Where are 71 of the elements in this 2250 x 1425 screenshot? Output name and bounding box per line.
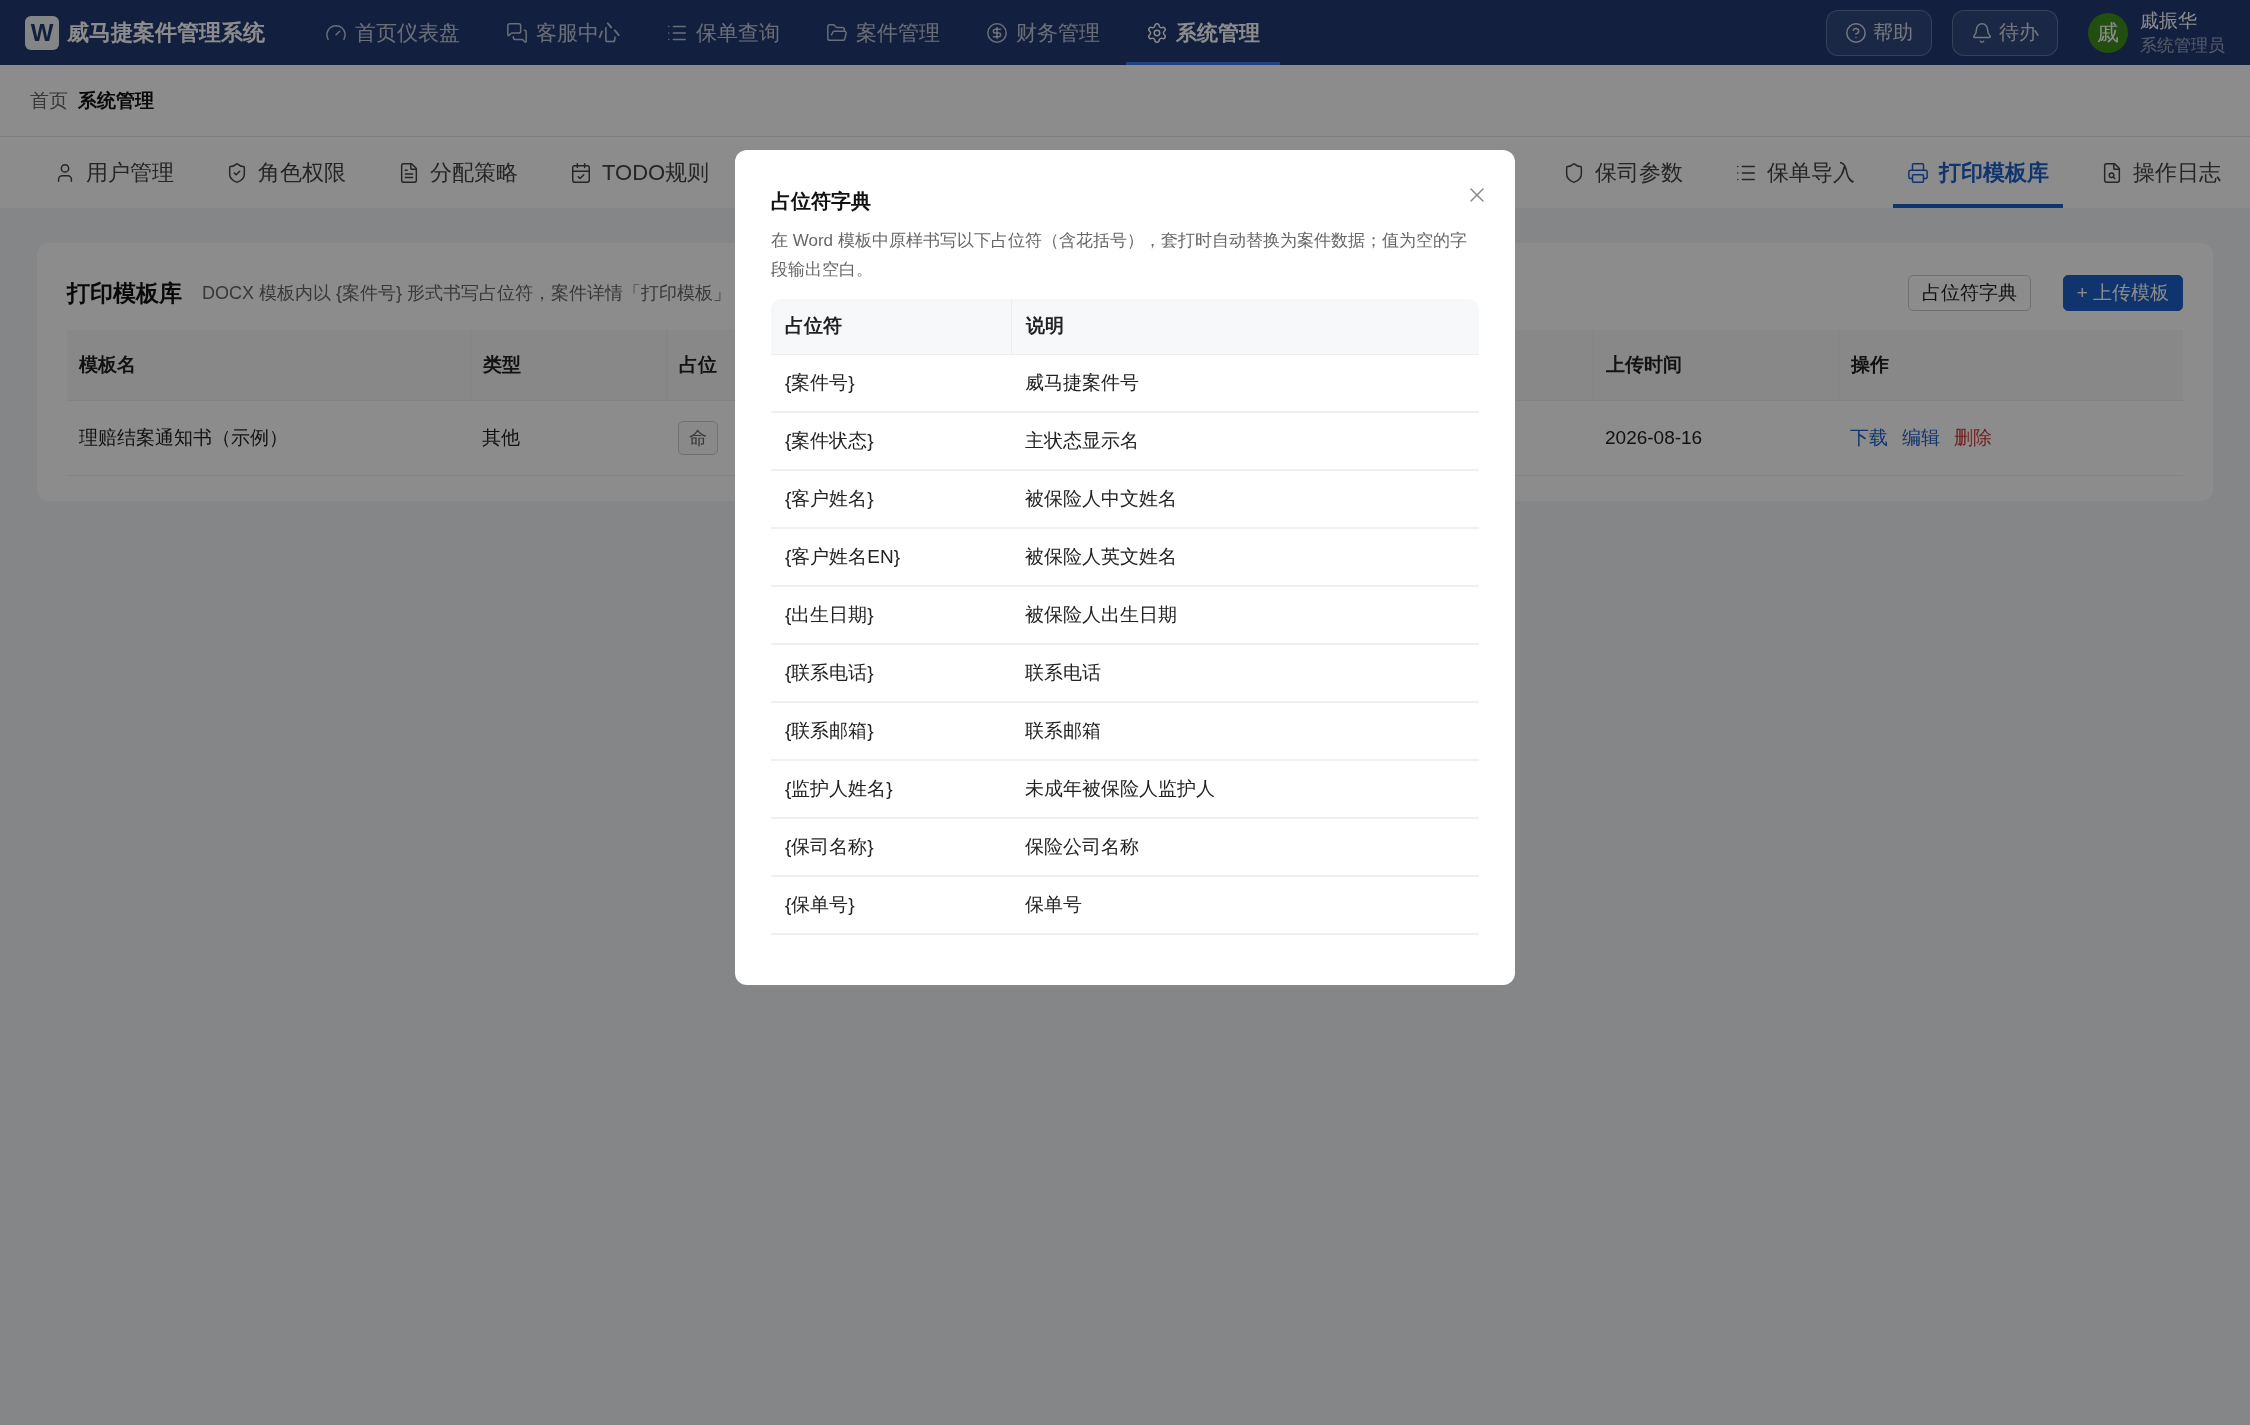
calendar-icon bbox=[570, 161, 592, 184]
description-cell-text: 主状态显示名 bbox=[1025, 428, 1139, 453]
nav-item[interactable]: 案件管理 bbox=[806, 0, 960, 65]
dialog-title: 占位符字典 bbox=[771, 189, 871, 214]
tab[interactable]: 用户管理 bbox=[40, 137, 188, 208]
tab[interactable]: 保单导入 bbox=[1721, 137, 1869, 208]
nav-item[interactable]: 首页仪表盘 bbox=[305, 0, 480, 65]
coin-icon bbox=[986, 21, 1008, 44]
user-avatar: 戚 bbox=[2088, 12, 2128, 53]
description-cell-text: 保单号 bbox=[1025, 892, 1082, 917]
placeholder-cell-text: {联系邮箱} bbox=[785, 718, 874, 743]
action-link[interactable]: 下载 bbox=[1850, 425, 1888, 451]
placeholder-cell-text: {联系电话} bbox=[785, 660, 874, 685]
description-cell-text: 被保险人英文姓名 bbox=[1025, 544, 1177, 569]
bell-icon bbox=[1971, 21, 1993, 44]
logo: W bbox=[25, 15, 59, 50]
help-icon bbox=[1845, 21, 1867, 44]
breadcrumb-item[interactable]: 系统管理 bbox=[78, 87, 154, 114]
user-name: 戚振华 bbox=[2140, 9, 2198, 33]
column-header: 占位符 bbox=[771, 298, 1011, 355]
nav-item[interactable]: 保单查询 bbox=[646, 0, 800, 65]
tab[interactable]: 保司参数 bbox=[1549, 137, 1697, 208]
tab[interactable]: 分配策略 bbox=[384, 137, 532, 208]
table-cell-text: 理赔结案通知书（示例） bbox=[79, 426, 288, 450]
upload-button[interactable]: + 上传模板 bbox=[2062, 275, 2183, 311]
placeholder-cell-text: {客户姓名EN} bbox=[785, 544, 901, 569]
tab[interactable]: TODO规则 bbox=[556, 137, 724, 208]
chat-icon bbox=[506, 21, 528, 44]
placeholder-cell-text: {保司名称} bbox=[785, 834, 874, 859]
column-header: 操作 bbox=[1838, 330, 2183, 401]
printer-icon bbox=[1907, 161, 1929, 184]
app-title: 威马捷案件管理系统 bbox=[67, 18, 265, 47]
user-role: 系统管理员 bbox=[2140, 35, 2225, 57]
shield-check-icon bbox=[226, 161, 248, 184]
document-icon bbox=[398, 161, 420, 184]
file-search-icon bbox=[2101, 161, 2123, 184]
folder-icon bbox=[826, 21, 848, 44]
shield-icon bbox=[1563, 161, 1585, 184]
table-cell-text: 其他 bbox=[482, 426, 520, 450]
description-cell-text: 威马捷案件号 bbox=[1025, 370, 1139, 395]
nav-item[interactable]: 财务管理 bbox=[966, 0, 1120, 65]
placeholder-cell-text: {监护人姓名} bbox=[785, 776, 893, 801]
placeholder-cell-text: {案件号} bbox=[785, 370, 855, 395]
nav-item[interactable]: 客服中心 bbox=[486, 0, 640, 65]
tab[interactable]: 角色权限 bbox=[212, 137, 360, 208]
placeholder-tag: 命 bbox=[678, 421, 718, 455]
description-cell-text: 被保险人中文姓名 bbox=[1025, 486, 1177, 511]
placeholder-cell-text: {客户姓名} bbox=[785, 486, 874, 511]
placeholder-cell-text: {保单号} bbox=[785, 892, 855, 917]
table-cell: 2026-08-16 bbox=[1605, 427, 1703, 449]
placeholder-cell-text: {案件状态} bbox=[785, 428, 874, 453]
dialog-description: 在 Word 模板中原样书写以下占位符（含花括号），套打时自动替换为案件数据；值为空的字段输出空白。 bbox=[771, 230, 1468, 281]
column-header: 模板名 bbox=[67, 330, 470, 401]
tab[interactable]: 操作日志 bbox=[2087, 137, 2235, 208]
description-cell-text: 联系邮箱 bbox=[1025, 718, 1101, 743]
card-title: 打印模板库 bbox=[67, 278, 182, 308]
description-cell-text: 被保险人出生日期 bbox=[1025, 602, 1177, 627]
breadcrumb-item[interactable]: 首页 bbox=[30, 87, 68, 114]
action-link[interactable]: 编辑 bbox=[1902, 425, 1940, 451]
description-cell-text: 联系电话 bbox=[1025, 660, 1101, 685]
delete-link[interactable]: 删除 bbox=[1954, 425, 1992, 451]
column-header: 说明 bbox=[1011, 298, 1479, 355]
description-cell-text: 保险公司名称 bbox=[1025, 834, 1139, 859]
column-header: 类型 bbox=[470, 330, 666, 401]
dictionary-button[interactable]: 占位符字典 bbox=[1907, 275, 2031, 311]
description-cell-text: 未成年被保险人监护人 bbox=[1025, 776, 1215, 801]
placeholder-cell-text: {出生日期} bbox=[785, 602, 874, 627]
settings-icon bbox=[1146, 21, 1168, 44]
tab[interactable]: 打印模板库 bbox=[1893, 137, 2063, 208]
column-header: 上传时间 bbox=[1593, 330, 1838, 401]
card-description: DOCX 模板内以 {案件号} 形式书写占位符，案件详情「打印模板」 bbox=[202, 282, 732, 305]
